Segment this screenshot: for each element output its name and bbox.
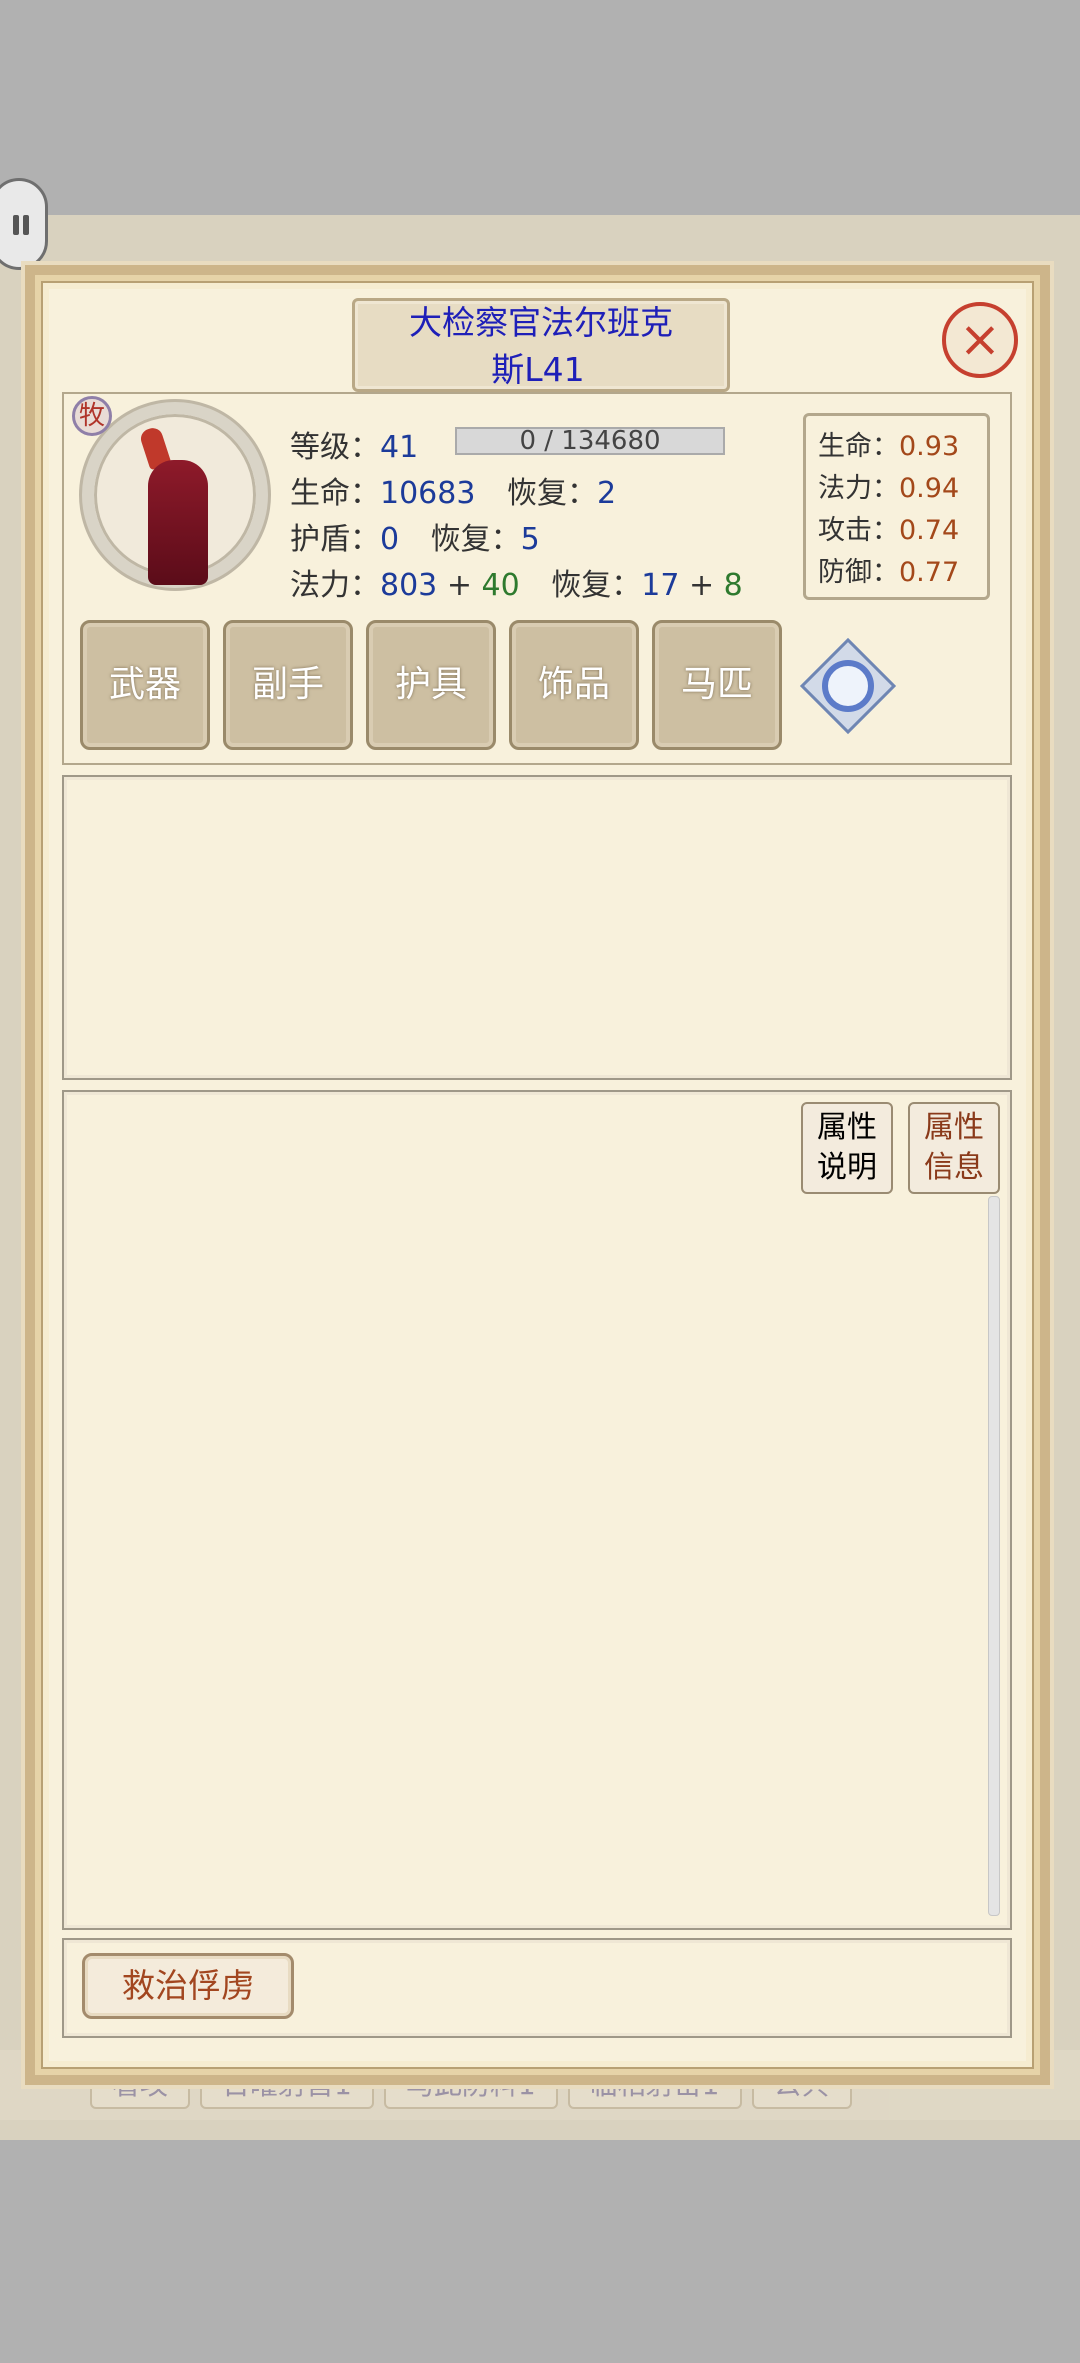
hp-value: 10683 xyxy=(380,476,476,511)
ratio-row-defense: 防御：0.77 xyxy=(818,552,975,594)
ratio-label: 法力： xyxy=(818,473,899,504)
ratio-label: 防御： xyxy=(818,557,899,588)
level-value: 41 xyxy=(380,430,419,465)
attr-button-line1: 属性 xyxy=(924,1110,984,1145)
equip-slot-weapon[interactable]: 武器 xyxy=(80,620,210,750)
shield-label: 护盾： xyxy=(290,522,380,557)
hp-label: 生命： xyxy=(290,476,380,511)
hero-name-level: 斯L41 xyxy=(491,350,585,389)
attribute-panel xyxy=(62,1090,1012,1930)
gem-slot-icon[interactable] xyxy=(800,638,896,734)
attribute-scrollbar[interactable] xyxy=(988,1196,1000,1916)
attribute-info-button[interactable]: 属性 信息 xyxy=(908,1102,1000,1194)
attr-button-line1: 属性 xyxy=(817,1110,877,1145)
pause-button[interactable] xyxy=(0,178,48,270)
rescue-prisoner-button[interactable]: 救治俘虏 xyxy=(82,1953,294,2019)
shield-regen-value: 5 xyxy=(520,522,540,557)
equip-slot-horse[interactable]: 马匹 xyxy=(652,620,782,750)
ratio-value: 0.74 xyxy=(899,515,960,546)
attribute-help-button[interactable]: 属性 说明 xyxy=(801,1102,893,1194)
growth-ratio-box: 生命：0.93 法力：0.94 攻击：0.74 防御：0.77 xyxy=(803,413,990,600)
skill-panel xyxy=(62,775,1012,1080)
class-badge: 牧 xyxy=(72,396,112,436)
close-button[interactable]: × xyxy=(942,302,1018,378)
exp-bar: 0 / 134680 xyxy=(455,427,725,455)
equip-slot-armor[interactable]: 护具 xyxy=(366,620,496,750)
mana-plus: + xyxy=(446,568,472,603)
equip-slot-offhand[interactable]: 副手 xyxy=(223,620,353,750)
hp-row: 生命：10683 恢复：2 xyxy=(290,468,616,512)
mana-regen-base: 17 xyxy=(641,568,680,603)
mana-bonus: 40 xyxy=(481,568,520,603)
ratio-value: 0.93 xyxy=(899,431,960,462)
ratio-row-hp: 生命：0.93 xyxy=(818,426,975,468)
attr-button-line2: 说明 xyxy=(817,1150,877,1185)
shield-regen-label: 恢复： xyxy=(430,522,521,557)
ratio-row-mana: 法力：0.94 xyxy=(818,468,975,510)
attr-button-line2: 信息 xyxy=(924,1150,984,1185)
shield-row: 护盾：0 恢复：5 xyxy=(290,514,540,558)
equip-slot-accessory[interactable]: 饰品 xyxy=(509,620,639,750)
hero-portrait xyxy=(148,460,208,585)
mana-regen-label: 恢复： xyxy=(551,568,642,603)
ratio-value: 0.94 xyxy=(899,473,960,504)
ratio-value: 0.77 xyxy=(899,557,960,588)
mana-regen-plus: + xyxy=(688,568,715,603)
hp-regen-label: 恢复： xyxy=(506,476,597,511)
mana-base: 803 xyxy=(380,568,438,603)
mana-regen-bonus: 8 xyxy=(723,568,743,603)
pause-icon xyxy=(23,215,29,235)
ratio-label: 生命： xyxy=(818,431,899,462)
close-icon: × xyxy=(959,310,1001,368)
hp-regen-value: 2 xyxy=(596,476,617,511)
shield-value: 0 xyxy=(380,522,400,557)
mana-row: 法力：803 + 40 恢复：17 + 8 xyxy=(290,560,743,604)
mana-label: 法力： xyxy=(290,568,380,603)
level-label: 等级： xyxy=(290,430,380,465)
ratio-label: 攻击： xyxy=(818,515,899,546)
level-row: 等级：41 xyxy=(290,422,418,466)
hero-name: 大检察官法尔班克 xyxy=(409,303,673,342)
ratio-row-attack: 攻击：0.74 xyxy=(818,510,975,552)
pause-icon xyxy=(13,215,19,235)
